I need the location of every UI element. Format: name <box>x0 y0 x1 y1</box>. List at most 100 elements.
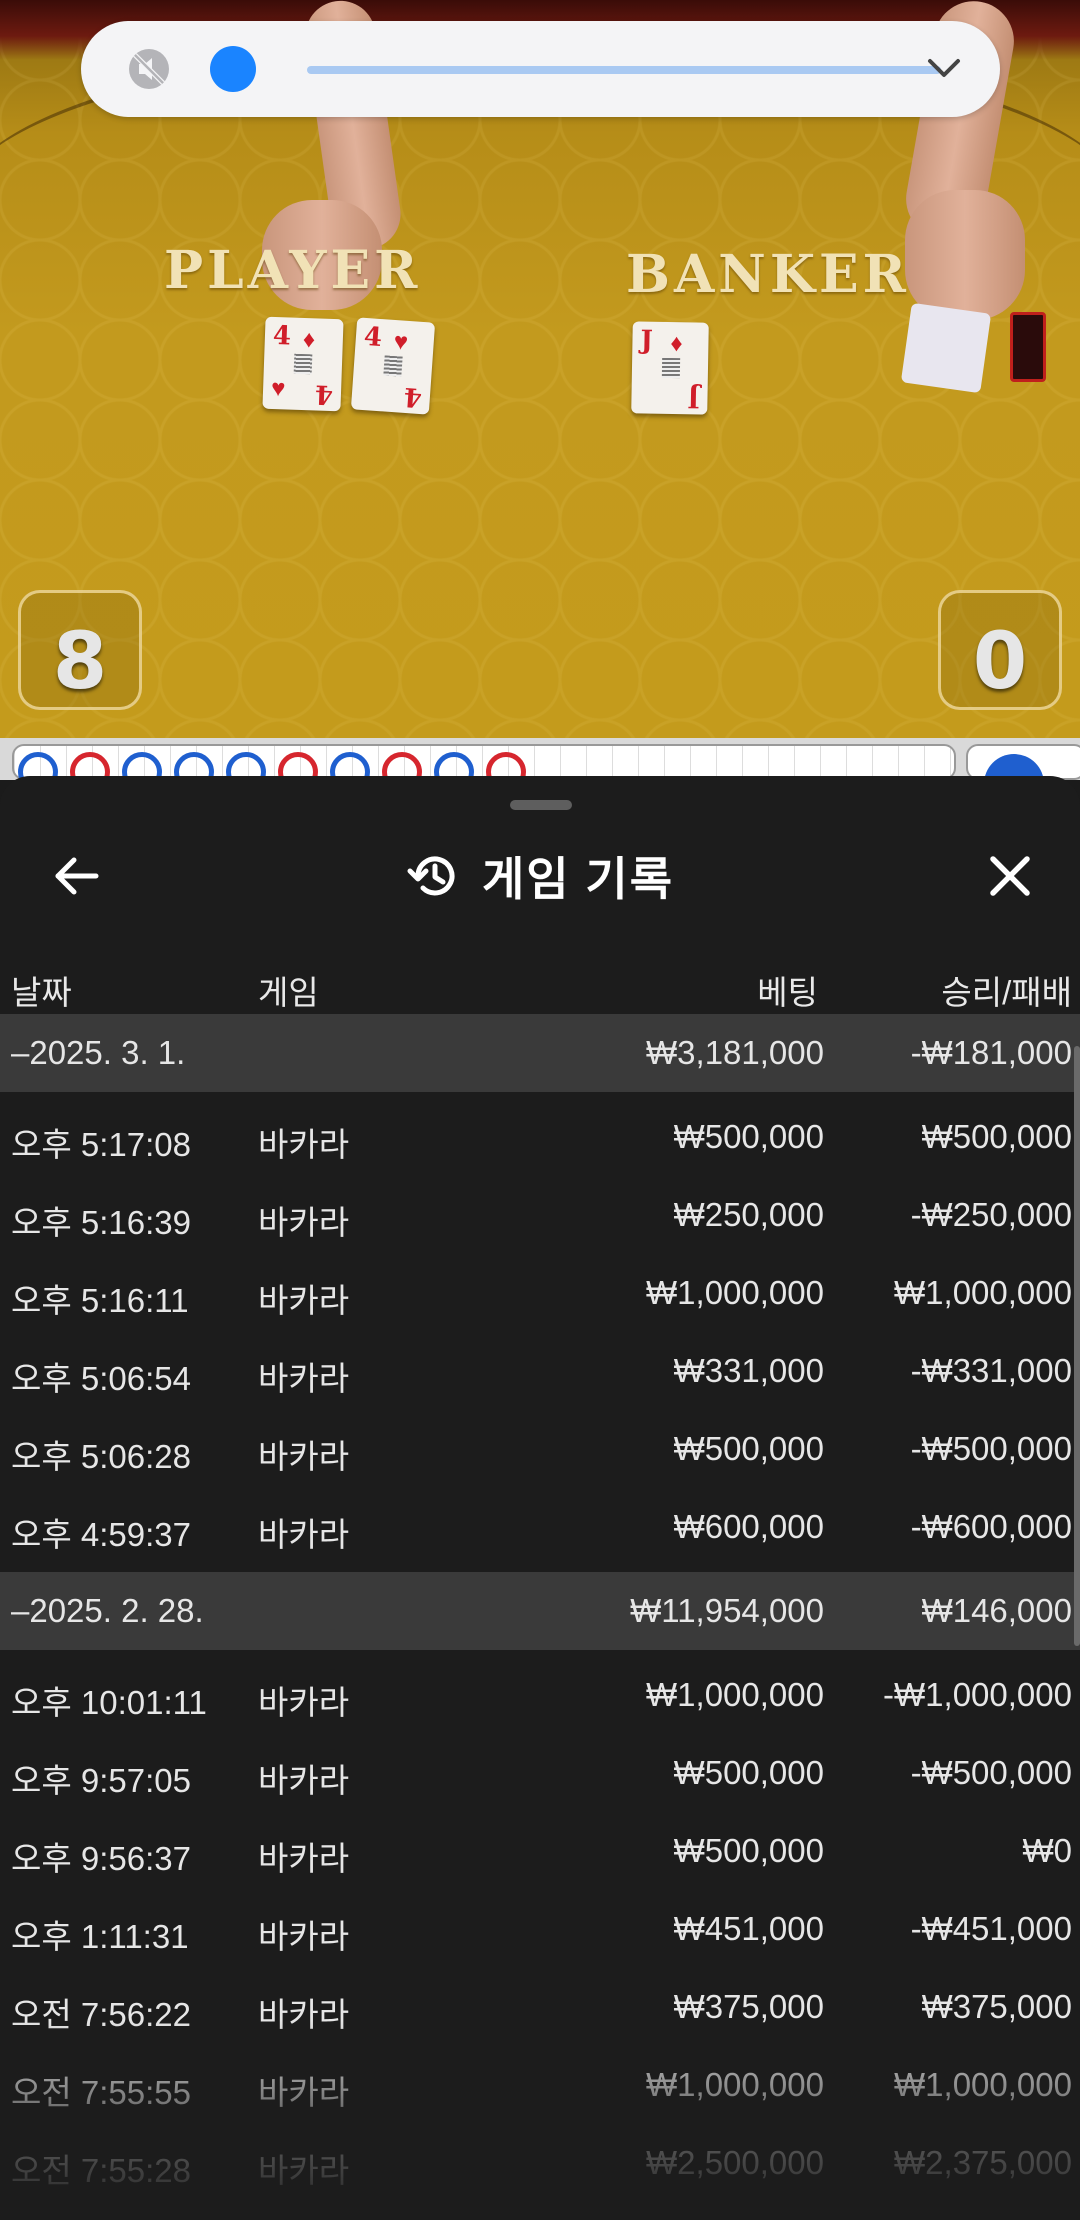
group-total-result: ₩146,000 <box>921 1592 1072 1629</box>
table-row[interactable]: 오후 1:11:31 바카라 ₩451,000 -₩451,000 <box>0 1890 1080 1968</box>
row-result: ₩1,000,000 <box>894 1274 1072 1311</box>
table-row[interactable]: 오전 7:55:55 바카라 ₩1,000,000 ₩1,000,000 <box>0 2046 1080 2124</box>
row-bet: ₩451,000 <box>673 1910 824 1947</box>
row-result: -₩451,000 <box>910 1910 1072 1947</box>
row-result: -₩500,000 <box>910 1754 1072 1791</box>
card-rank: 4 <box>362 321 384 354</box>
card-rank-bottom: 4 <box>314 378 334 410</box>
card-suit: ♥ <box>392 328 409 356</box>
row-result: -₩1,000,000 <box>883 1676 1072 1713</box>
table-row[interactable]: 오전 7:55:28 바카라 ₩2,500,000 ₩2,375,000 <box>0 2124 1080 2202</box>
row-game: 바카라 <box>258 1438 350 1475</box>
row-game: 바카라 <box>258 1126 350 1163</box>
row-game: 바카라 <box>258 1762 350 1799</box>
table-row[interactable]: 오후 9:57:05 바카라 ₩500,000 -₩500,000 <box>0 1734 1080 1812</box>
row-time: 오전 7:55:55 <box>11 2074 191 2111</box>
history-list[interactable]: –2025. 3. 1. ₩3,181,000 -₩181,000 오후 5:1… <box>0 1014 1080 2202</box>
close-icon <box>990 856 1030 896</box>
group-total-bet: ₩3,181,000 <box>646 1034 824 1071</box>
player-score: 8 <box>52 617 108 707</box>
player-score-box: 8 <box>18 590 142 710</box>
row-time: 오후 9:57:05 <box>11 1762 191 1799</box>
date-group-row[interactable]: –2025. 2. 28. ₩11,954,000 ₩146,000 <box>0 1572 1080 1650</box>
row-result: ₩1,000,000 <box>894 2066 1072 2103</box>
row-game: 바카라 <box>258 1282 350 1319</box>
row-bet: ₩1,000,000 <box>646 1274 824 1311</box>
group-date: –2025. 3. 1. <box>11 1034 186 1071</box>
row-bet: ₩500,000 <box>673 1118 824 1155</box>
table-row[interactable]: 오후 10:01:11 바카라 ₩1,000,000 -₩1,000,000 <box>0 1656 1080 1734</box>
row-game: 바카라 <box>258 1516 350 1553</box>
face-down-card <box>900 302 992 394</box>
card-mark <box>383 355 403 377</box>
card-suit-bottom: ♥ <box>270 374 286 403</box>
card-rank: J <box>640 325 654 356</box>
sheet-header: 게임 기록 <box>0 838 1080 914</box>
row-result: ₩0 <box>1022 1832 1073 1869</box>
player-card-2: 4 ♥ 4 <box>350 317 436 415</box>
row-result: ₩500,000 <box>921 1118 1072 1155</box>
table-row[interactable]: 오후 4:59:37 바카라 ₩600,000 -₩600,000 <box>0 1488 1080 1566</box>
row-bet: ₩600,000 <box>673 1508 824 1545</box>
row-game: 바카라 <box>258 1840 350 1877</box>
row-time: 오후 5:16:11 <box>11 1282 189 1319</box>
close-button[interactable] <box>974 840 1046 912</box>
bead-road-strip[interactable] <box>0 738 1080 814</box>
row-time: 오후 5:16:39 <box>11 1204 191 1241</box>
table-row[interactable]: 오후 5:16:11 바카라 ₩1,000,000 ₩1,000,000 <box>0 1254 1080 1332</box>
sheet-drag-handle[interactable] <box>510 800 572 810</box>
table-row[interactable]: 오후 9:56:37 바카라 ₩500,000 ₩0 <box>0 1812 1080 1890</box>
row-time: 오전 7:55:28 <box>11 2152 191 2189</box>
banker-label: BANKER <box>626 244 910 305</box>
back-button[interactable] <box>40 840 112 912</box>
card-rank-bottom: J <box>686 382 700 413</box>
row-game: 바카라 <box>258 1204 350 1241</box>
row-result: ₩375,000 <box>921 1988 1072 2025</box>
table-row[interactable]: 오후 5:16:39 바카라 ₩250,000 -₩250,000 <box>0 1176 1080 1254</box>
scrollbar[interactable] <box>1074 1046 1080 1646</box>
game-history-sheet: 게임 기록 날짜 게임 베팅 승리/패배 –2025. 3. 1. ₩3,181… <box>0 776 1080 2220</box>
row-bet: ₩331,000 <box>673 1352 824 1389</box>
history-icon <box>407 856 455 896</box>
table-row[interactable]: 오후 5:17:08 바카라 ₩500,000 ₩500,000 <box>0 1098 1080 1176</box>
row-game: 바카라 <box>258 2074 350 2111</box>
row-bet: ₩375,000 <box>673 1988 824 2025</box>
banker-score: 0 <box>972 617 1028 707</box>
banker-card-1: J ♦ J <box>631 321 709 415</box>
table-row[interactable]: 오전 7:56:22 바카라 ₩375,000 ₩375,000 <box>0 1968 1080 2046</box>
card-rank-bottom: 4 <box>402 380 423 413</box>
row-time: 오후 5:06:54 <box>11 1360 191 1397</box>
banker-score-box: 0 <box>938 590 1062 710</box>
volume-slider-thumb[interactable] <box>210 46 256 92</box>
row-game: 바카라 <box>258 1996 350 2033</box>
table-row[interactable]: 오후 5:06:28 바카라 ₩500,000 -₩500,000 <box>0 1410 1080 1488</box>
row-bet: ₩250,000 <box>673 1196 824 1233</box>
row-bet: ₩500,000 <box>673 1832 824 1869</box>
card-suit: ♦ <box>670 330 683 358</box>
page-title: 게임 기록 <box>481 853 675 905</box>
row-result: -₩331,000 <box>910 1352 1072 1389</box>
date-group-row[interactable]: –2025. 3. 1. ₩3,181,000 -₩181,000 <box>0 1014 1080 1092</box>
card-mark <box>293 353 313 375</box>
group-date: –2025. 2. 28. <box>11 1592 204 1629</box>
row-bet: ₩500,000 <box>673 1430 824 1467</box>
card-shoe <box>1010 312 1046 382</box>
volume-slider-track[interactable] <box>307 66 941 74</box>
group-total-bet: ₩11,954,000 <box>630 1592 824 1629</box>
live-baccarat-screen: PLAYER BANKER 4 ♦ ♥ 4 4 ♥ 4 J ♦ J 8 0 게임… <box>0 0 1080 2220</box>
row-time: 오후 10:01:11 <box>11 1684 207 1721</box>
volume-muted-icon[interactable] <box>126 46 172 92</box>
arrow-left-icon <box>55 857 99 895</box>
player-card-1: 4 ♦ ♥ 4 <box>262 316 344 412</box>
row-time: 오후 1:11:31 <box>11 1918 189 1955</box>
chevron-down-icon[interactable] <box>924 51 964 87</box>
table-row[interactable]: 오후 5:06:54 바카라 ₩331,000 -₩331,000 <box>0 1332 1080 1410</box>
table-header: 날짜 게임 베팅 승리/패배 <box>0 956 1080 1016</box>
card-rank: 4 <box>272 320 292 352</box>
row-bet: ₩2,500,000 <box>646 2144 824 2181</box>
row-time: 오후 5:06:28 <box>11 1438 191 1475</box>
column-header-result: 승리/패배 <box>941 974 1072 1011</box>
row-result: -₩600,000 <box>910 1508 1072 1545</box>
group-total-result: -₩181,000 <box>910 1034 1072 1071</box>
column-header-game: 게임 <box>258 974 319 1011</box>
